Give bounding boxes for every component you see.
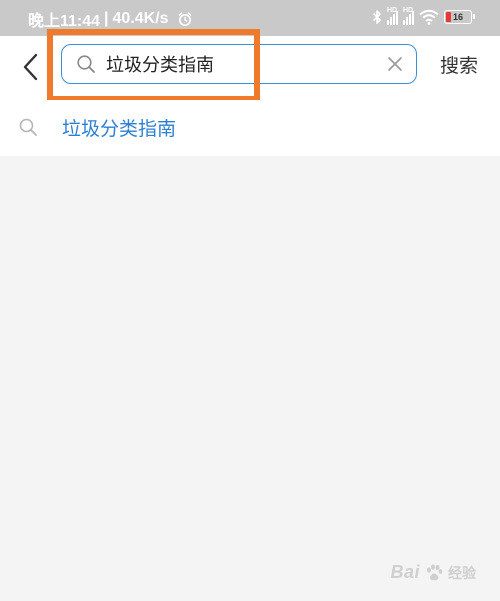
search-button[interactable]: 搜索 — [440, 51, 478, 78]
chevron-left-icon[interactable] — [14, 50, 48, 84]
search-input[interactable] — [106, 50, 376, 78]
watermark-logo: Bai — [390, 562, 420, 582]
bluetooth-icon — [372, 10, 381, 24]
watermark-suffix: 经验 — [448, 564, 476, 581]
wifi-icon — [419, 9, 439, 25]
status-right: HD HD 16 — [372, 7, 475, 25]
battery-level: 16 — [452, 12, 463, 22]
search-header: 搜索 — [0, 36, 500, 100]
search-icon — [77, 55, 95, 73]
signal-icon: HD — [387, 7, 398, 25]
status-time: 晚上11:44 — [28, 13, 101, 30]
close-icon[interactable] — [386, 55, 404, 73]
status-net-speed: 40.4K/s — [112, 10, 169, 27]
signal-icon: HD — [403, 7, 414, 25]
suggestion-text: 垃圾分类指南 — [62, 118, 177, 140]
alarm-icon — [178, 12, 191, 26]
suggestion-item[interactable]: 垃圾分类指南 — [0, 100, 500, 156]
paw-logo-icon — [427, 563, 443, 580]
status-left: 晚上11:44 | 40.4K/s — [28, 7, 193, 31]
status-separator: | — [104, 10, 109, 27]
battery-icon: 16 — [444, 10, 475, 24]
status-bar: 晚上11:44 | 40.4K/s HD HD 16 — [0, 0, 500, 36]
search-icon — [19, 118, 37, 136]
baidu-jingyan-watermark: Bai 经验 — [390, 562, 476, 583]
search-box[interactable] — [61, 44, 417, 84]
